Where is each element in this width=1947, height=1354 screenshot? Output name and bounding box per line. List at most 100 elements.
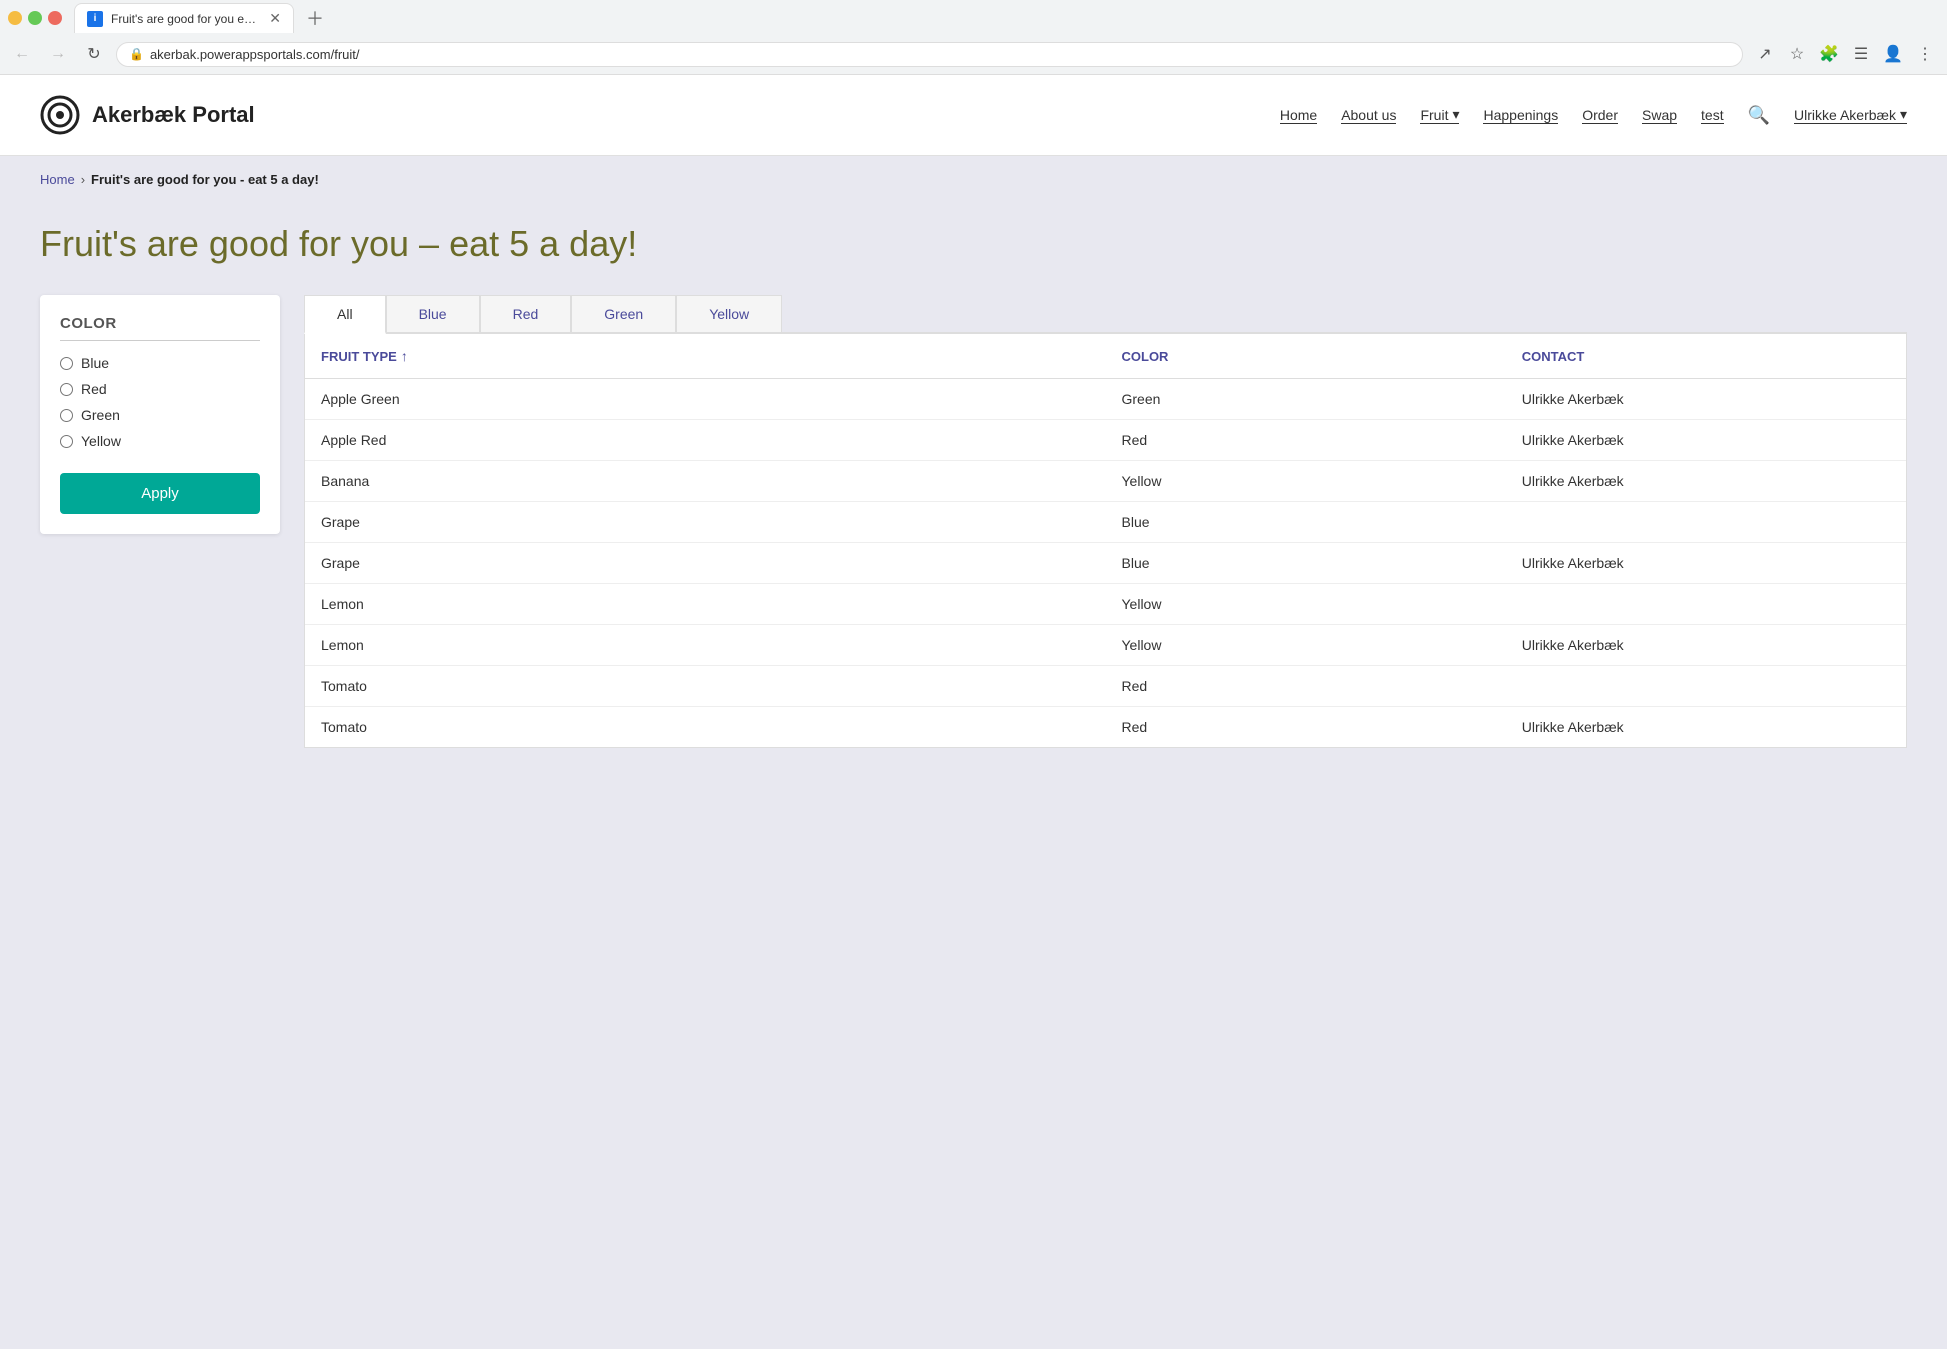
cell-contact: Ulrikke Akerbæk <box>1506 379 1906 420</box>
filter-section-title: COLOR <box>60 315 260 332</box>
site-header: Akerbæk Portal Home About us Fruit ▾ Hap… <box>0 75 1947 156</box>
browser-titlebar: i Fruit's are good for you eat 5 a ✕ ＋ <box>0 0 1947 36</box>
breadcrumb: Home › Fruit's are good for you - eat 5 … <box>0 156 1947 203</box>
content-layout: COLOR Blue Red Green Yellow <box>40 295 1907 748</box>
cell-color: Blue <box>1106 543 1506 584</box>
cell-contact <box>1506 666 1906 707</box>
cell-color: Yellow <box>1106 625 1506 666</box>
filter-option-red[interactable]: Red <box>60 381 260 397</box>
forward-button[interactable]: → <box>44 40 72 68</box>
address-bar[interactable]: 🔒 akerbak.powerappsportals.com/fruit/ <box>116 42 1743 67</box>
breadcrumb-home-link[interactable]: Home <box>40 172 75 187</box>
tab-all[interactable]: All <box>304 295 386 334</box>
cell-fruit: Tomato <box>305 666 1106 707</box>
nav-fruit[interactable]: Fruit ▾ <box>1420 106 1459 124</box>
table-row: Tomato Red Ulrikke Akerbæk <box>305 707 1906 748</box>
cell-fruit: Apple Green <box>305 379 1106 420</box>
page-title: Fruit's are good for you – eat 5 a day! <box>40 223 1907 265</box>
search-icon[interactable]: 🔍 <box>1748 105 1770 126</box>
sort-contact-link[interactable]: CONTACT <box>1522 349 1890 364</box>
filter-radio-yellow[interactable] <box>60 435 73 448</box>
new-tab-button[interactable]: ＋ <box>306 5 324 31</box>
extensions-button[interactable]: 🧩 <box>1815 40 1843 68</box>
browser-tab[interactable]: i Fruit's are good for you eat 5 a ✕ <box>74 3 294 33</box>
table-row: Grape Blue <box>305 502 1906 543</box>
logo-area: Akerbæk Portal <box>40 95 255 135</box>
data-table-wrapper: FRUIT TYPE ↑ COLOR <box>304 334 1907 748</box>
filter-option-green[interactable]: Green <box>60 407 260 423</box>
data-area: All Blue Red Green Yellow FRUIT TYPE <box>304 295 1907 748</box>
tab-yellow[interactable]: Yellow <box>676 295 782 332</box>
table-header-row: FRUIT TYPE ↑ COLOR <box>305 334 1906 379</box>
nav-happenings[interactable]: Happenings <box>1483 107 1558 124</box>
tab-green[interactable]: Green <box>571 295 676 332</box>
filter-sidebar: COLOR Blue Red Green Yellow <box>40 295 280 534</box>
cell-color: Green <box>1106 379 1506 420</box>
back-button[interactable]: ← <box>8 40 36 68</box>
cell-fruit: Banana <box>305 461 1106 502</box>
menu-button[interactable]: ⋮ <box>1911 40 1939 68</box>
table-row: Tomato Red <box>305 666 1906 707</box>
filter-radio-green[interactable] <box>60 409 73 422</box>
data-tabs: All Blue Red Green Yellow <box>304 295 1907 334</box>
minimize-icon[interactable] <box>8 11 22 25</box>
user-menu[interactable]: Ulrikke Akerbæk ▾ <box>1794 106 1907 124</box>
cell-contact: Ulrikke Akerbæk <box>1506 461 1906 502</box>
browser-addressbar: ← → ↻ 🔒 akerbak.powerappsportals.com/fru… <box>0 36 1947 74</box>
cell-contact <box>1506 502 1906 543</box>
tab-red[interactable]: Red <box>480 295 572 332</box>
breadcrumb-current: Fruit's are good for you - eat 5 a day! <box>91 172 319 187</box>
filter-divider <box>60 340 260 341</box>
tab-close-button[interactable]: ✕ <box>269 10 281 27</box>
cell-fruit: Lemon <box>305 584 1106 625</box>
main-area: Fruit's are good for you – eat 5 a day! … <box>0 203 1947 808</box>
table-row: Lemon Yellow Ulrikke Akerbæk <box>305 625 1906 666</box>
url-text: akerbak.powerappsportals.com/fruit/ <box>150 47 1730 62</box>
cell-color: Red <box>1106 420 1506 461</box>
user-name: Ulrikke Akerbæk <box>1794 107 1896 123</box>
table-row: Grape Blue Ulrikke Akerbæk <box>305 543 1906 584</box>
user-dropdown-arrow-icon: ▾ <box>1900 106 1907 123</box>
cell-contact <box>1506 584 1906 625</box>
tab-favicon: i <box>87 11 103 27</box>
fruit-table: FRUIT TYPE ↑ COLOR <box>305 334 1906 747</box>
table-row: Apple Red Red Ulrikke Akerbæk <box>305 420 1906 461</box>
tab-blue[interactable]: Blue <box>386 295 480 332</box>
reload-button[interactable]: ↻ <box>80 40 108 68</box>
bookmark-button[interactable]: ☆ <box>1783 40 1811 68</box>
sort-fruit-link[interactable]: FRUIT TYPE ↑ <box>321 348 1090 364</box>
share-button[interactable]: ↗ <box>1751 40 1779 68</box>
table-body: Apple Green Green Ulrikke Akerbæk Apple … <box>305 379 1906 748</box>
filter-option-yellow[interactable]: Yellow <box>60 433 260 449</box>
profile-button[interactable]: 👤 <box>1879 40 1907 68</box>
cell-contact: Ulrikke Akerbæk <box>1506 420 1906 461</box>
col-header-contact: CONTACT <box>1506 334 1906 379</box>
cell-color: Yellow <box>1106 584 1506 625</box>
cell-contact: Ulrikke Akerbæk <box>1506 625 1906 666</box>
table-row: Banana Yellow Ulrikke Akerbæk <box>305 461 1906 502</box>
security-lock-icon: 🔒 <box>129 47 144 61</box>
nav-test[interactable]: test <box>1701 107 1724 124</box>
cell-color: Red <box>1106 666 1506 707</box>
nav-home[interactable]: Home <box>1280 107 1317 124</box>
maximize-icon[interactable] <box>28 11 42 25</box>
filter-radio-red[interactable] <box>60 383 73 396</box>
cell-contact: Ulrikke Akerbæk <box>1506 543 1906 584</box>
apply-button[interactable]: Apply <box>60 473 260 514</box>
nav-swap[interactable]: Swap <box>1642 107 1677 124</box>
reading-list-button[interactable]: ☰ <box>1847 40 1875 68</box>
cell-color: Yellow <box>1106 461 1506 502</box>
filter-radio-blue[interactable] <box>60 357 73 370</box>
sort-color-link[interactable]: COLOR <box>1122 349 1490 364</box>
filter-option-blue[interactable]: Blue <box>60 355 260 371</box>
browser-actions: ↗ ☆ 🧩 ☰ 👤 ⋮ <box>1751 40 1939 68</box>
cell-contact: Ulrikke Akerbæk <box>1506 707 1906 748</box>
nav-about-us[interactable]: About us <box>1341 107 1396 124</box>
cell-fruit: Grape <box>305 502 1106 543</box>
col-header-color: COLOR <box>1106 334 1506 379</box>
cell-fruit: Grape <box>305 543 1106 584</box>
nav-order[interactable]: Order <box>1582 107 1618 124</box>
close-icon[interactable] <box>48 11 62 25</box>
logo-text: Akerbæk Portal <box>92 102 255 128</box>
breadcrumb-separator: › <box>81 172 85 187</box>
